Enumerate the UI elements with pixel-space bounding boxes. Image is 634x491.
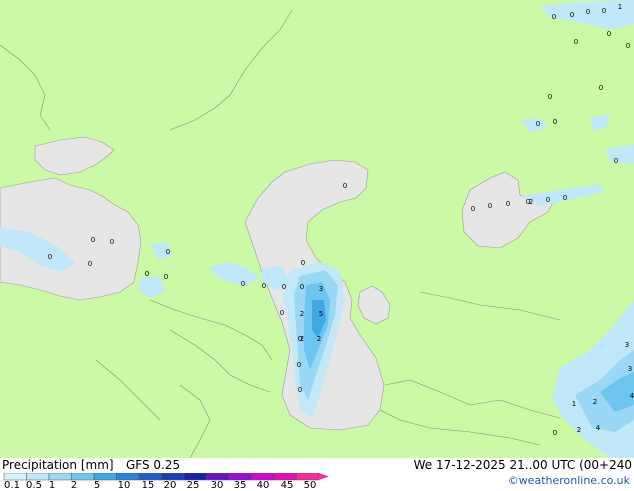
- color-swatch: [251, 473, 275, 481]
- scale-tick-label: 45: [280, 480, 294, 491]
- precip-value-label: 4: [596, 424, 601, 432]
- credit-link[interactable]: ©weatheronline.co.uk: [508, 474, 630, 487]
- precip-value-label: 5: [319, 310, 323, 318]
- precip-value-label: 0: [300, 283, 304, 291]
- precipitation-map: 0 0 0 0 1 0 0 0 0 0 0 0 0 0 0 0 0 0 0 2 0 0 0 0 0 0 0 0 0 0 0 0 0 2 3 0 5 0 2 2…: [0, 0, 634, 459]
- precip-value-label: 0: [599, 84, 603, 92]
- precip-value-label: 1: [572, 400, 576, 408]
- precip-value-label: 0: [546, 196, 550, 204]
- precip-value-label: 0: [280, 309, 284, 317]
- precip-value-label: 0: [88, 260, 92, 268]
- precip-value-label: 3: [319, 285, 323, 293]
- precip-value-label: 0: [552, 13, 556, 21]
- scale-tick-label: 20: [163, 480, 177, 491]
- precip-value-label: 0: [110, 238, 114, 246]
- color-swatch: [296, 473, 320, 481]
- precip-value-label: 0: [241, 280, 245, 288]
- precip-value-label: 0: [553, 429, 557, 437]
- scale-tick-label: 35: [233, 480, 247, 491]
- color-swatch: [228, 473, 252, 481]
- scale-tick-label: 40: [256, 480, 270, 491]
- precip-value-label: 3: [628, 365, 632, 373]
- precip-value-label: 0: [343, 182, 347, 190]
- color-swatch: [273, 473, 297, 481]
- precip-value-label: 0: [262, 282, 266, 290]
- forecast-datetime: We 17-12-2025 21..00 UTC (00+240: [413, 458, 632, 472]
- precip-value-label: 0: [282, 283, 286, 291]
- color-swatch: [138, 473, 162, 481]
- scale-tick-label: 25: [186, 480, 200, 491]
- precip-value-label: 2: [593, 398, 597, 406]
- precip-value-label: 0: [164, 273, 168, 281]
- color-scale-arrow: [319, 473, 329, 480]
- precip-value-label: 4: [630, 392, 634, 400]
- precip-value-label: 0: [297, 361, 301, 369]
- precip-value-label: 0: [471, 205, 475, 213]
- precip-value-label: 1: [618, 3, 622, 11]
- precip-value-label: 0: [602, 7, 606, 15]
- precip-value-label: 0: [536, 120, 540, 128]
- precip-value-label: 0: [607, 30, 611, 38]
- scale-tick-label: 5: [93, 480, 101, 491]
- precip-value-label: 0: [488, 202, 492, 210]
- footer-legend: Precipitation [mm] GFS 0.25 We 17-12-202…: [0, 458, 634, 491]
- color-swatch: [116, 473, 140, 481]
- scale-tick-label: 30: [210, 480, 224, 491]
- precip-value-label: 0: [626, 42, 630, 50]
- scale-tick-label: 10: [117, 480, 131, 491]
- model-name: GFS 0.25: [126, 458, 181, 472]
- precip-value-label: 0: [553, 118, 557, 126]
- precip-value-label: 2: [577, 426, 581, 434]
- legend-title: Precipitation [mm]: [2, 458, 114, 472]
- precip-value-label: 0: [298, 386, 302, 394]
- scale-tick-label: 15: [141, 480, 155, 491]
- scale-tick-label: 0.5: [26, 480, 42, 491]
- precip-value-label: 0: [574, 38, 578, 46]
- precip-value-label: 0: [48, 253, 52, 261]
- precip-value-label: 0: [570, 11, 574, 19]
- precip-value-label: 0: [145, 270, 149, 278]
- color-swatch: [183, 473, 207, 481]
- color-swatch: [48, 473, 72, 481]
- precip-value-label: 2: [300, 310, 304, 318]
- scale-tick-label: 0.1: [4, 480, 20, 491]
- color-swatch: [26, 473, 50, 481]
- precip-value-label: 0: [301, 259, 305, 267]
- precip-value-label: 2: [529, 198, 533, 206]
- scale-tick-label: 1: [48, 480, 56, 491]
- color-swatch: [3, 473, 27, 481]
- color-swatch: [71, 473, 95, 481]
- precip-value-label: 0: [166, 248, 170, 256]
- precip-value-label: 2: [300, 335, 304, 343]
- color-swatch: [93, 473, 117, 481]
- color-swatch: [206, 473, 230, 481]
- precip-value-label: 2: [317, 335, 321, 343]
- precip-value-label: 0: [91, 236, 95, 244]
- precip-value-label: 0: [506, 200, 510, 208]
- scale-tick-label: 2: [70, 480, 78, 491]
- precip-value-label: 0: [548, 93, 552, 101]
- precip-value-label: 3: [625, 341, 629, 349]
- precip-value-label: 0: [614, 157, 618, 165]
- scale-tick-label: 50: [303, 480, 317, 491]
- precip-value-label: 0: [563, 194, 567, 202]
- precip-value-label: 0: [586, 8, 590, 16]
- map-canvas: 0 0 0 0 1 0 0 0 0 0 0 0 0 0 0 0 0 0 0 2 0 0 0 0 0 0 0 0 0 0 0 0 0 2 3 0 5 0 2 2…: [0, 0, 634, 459]
- color-swatch: [161, 473, 185, 481]
